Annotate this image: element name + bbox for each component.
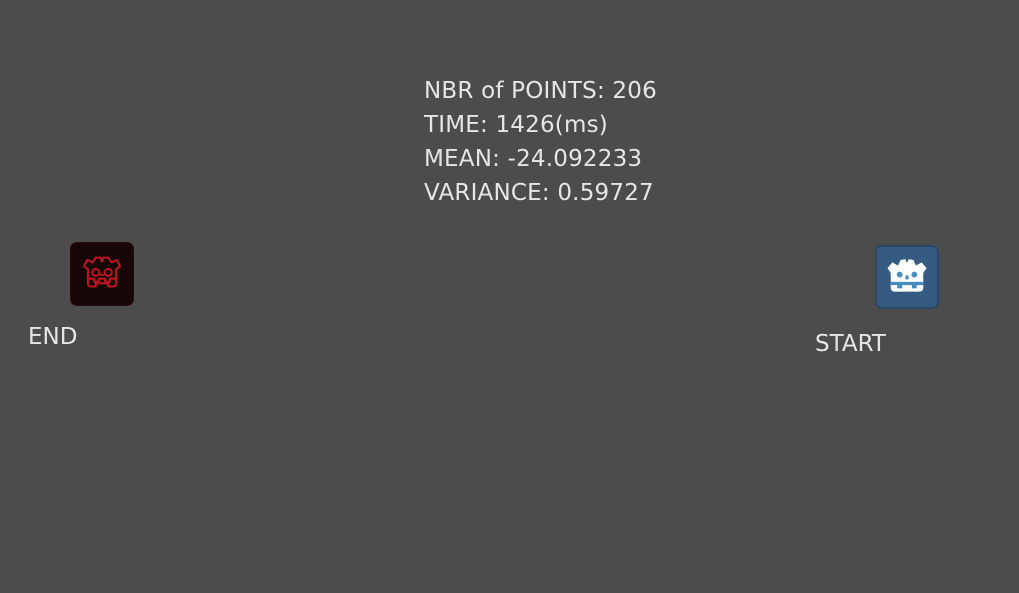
points-count: NBR of POINTS: 206 — [424, 78, 657, 104]
time-readout: TIME: 1426(ms) — [424, 112, 608, 138]
variance-readout: VARIANCE: 0.59727 — [424, 180, 654, 206]
godot-robot-icon — [83, 256, 121, 288]
end-node[interactable] — [70, 242, 134, 306]
start-icon-box[interactable] — [875, 245, 939, 309]
godot-robot-icon — [887, 259, 927, 292]
stats-panel: NBR of POINTS: 206 TIME: 1426(ms) MEAN: … — [424, 74, 657, 210]
end-icon-box[interactable] — [70, 242, 134, 306]
mean-readout: MEAN: -24.092233 — [424, 146, 643, 172]
start-label: START — [815, 331, 886, 357]
end-label: END — [28, 324, 78, 350]
start-node[interactable] — [875, 245, 939, 309]
